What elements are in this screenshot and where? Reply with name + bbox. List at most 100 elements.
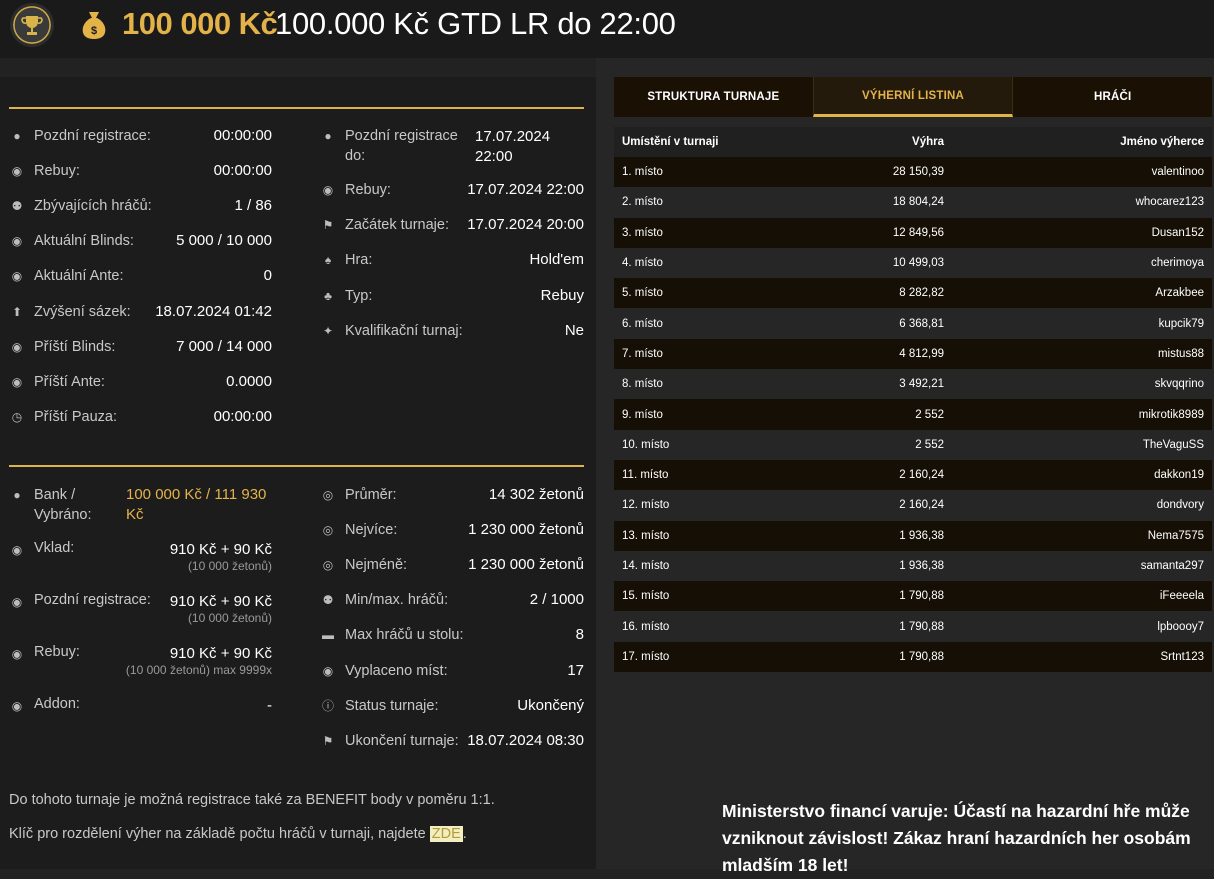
info-row: ♠ Hra:	[320, 250, 373, 270]
trophy-logo-icon	[10, 3, 54, 47]
place-cell: 15. místo	[622, 590, 670, 603]
info-value: 00:00:00	[213, 407, 272, 425]
info-label: Příští Pauza:	[34, 408, 118, 425]
info-value: 1 / 86	[234, 197, 272, 215]
addon-row: ◉ Addon:	[9, 696, 80, 714]
prize-cell: 28 150,39	[892, 166, 944, 179]
divider	[9, 107, 584, 109]
prize-cell: 1 936,38	[899, 560, 944, 572]
payout-icon: ◉	[322, 663, 334, 678]
winner-cell: Dusan152	[1151, 226, 1204, 239]
info-label: Hra:	[345, 252, 373, 268]
winner-cell: TheVaguSS	[1142, 438, 1204, 451]
chip-icon: ◎	[322, 523, 334, 538]
info-row: ◉ Rebuy:	[9, 161, 80, 181]
user-icon: ●	[324, 129, 332, 143]
info-label: Pozdní registrace:	[34, 128, 151, 144]
winner-cell: Arzakbee	[1155, 287, 1204, 300]
tab-structure[interactable]: STRUKTURA TURNAJE	[614, 77, 813, 117]
table-body: 1. místo 28 150,39 valentinoo 2. místo 18 80…	[614, 157, 1212, 673]
prize-cell: 2 160,24	[899, 499, 944, 512]
prize-cell: 1 790,88	[899, 650, 944, 663]
info-label: Průměr:	[345, 487, 397, 503]
info-value: 1 230 000 žetonů	[468, 556, 584, 574]
prize-cell: 2 552	[915, 438, 944, 451]
coin-icon: ◉	[11, 699, 23, 713]
place-cell: 13. místo	[622, 529, 670, 542]
tournament-title: 100.000 Kč GTD LR do 22:00	[275, 6, 676, 41]
info-row: ◉ Rebuy:	[320, 180, 391, 200]
info-value: 7 000 / 14 000	[176, 337, 272, 355]
prize-cell: 8 282,82	[899, 287, 944, 300]
info-row: ◉ Aktuální Blinds:	[9, 231, 134, 251]
key-note: Klíč pro rozdělení výher na základě počt…	[9, 826, 467, 842]
suits-icon: ♣	[324, 289, 332, 303]
place-cell: 4. místo	[622, 257, 663, 270]
winner-cell: dakkon19	[1154, 469, 1204, 482]
chips-icon: ◉	[11, 543, 23, 557]
table-row: 9. místo 2 552 mikrotik8989	[614, 399, 1212, 430]
info-row: ◎ Nejméně:	[320, 555, 407, 575]
bank-row: ● Bank / Vybráno:	[9, 485, 119, 525]
table-row: 16. místo 1 790,88 lpbooоy7	[614, 611, 1212, 642]
info-row: ◉ Aktuální Ante:	[9, 266, 124, 286]
info-value: Rebuy	[540, 287, 584, 304]
info-label: Aktuální Ante:	[34, 268, 124, 285]
chips-icon: ◉	[11, 164, 23, 179]
cards-icon: ♠	[324, 253, 332, 267]
info-row: ◎ Průměr:	[320, 485, 397, 505]
winner-cell: Srtnt123	[1160, 650, 1204, 663]
info-value: 17.07.2024 22:00	[475, 128, 551, 165]
info-value: 0	[263, 267, 272, 285]
header-prize: Výhra	[912, 136, 944, 148]
table-row: 5. místo 8 282,82 Arzakbee	[614, 278, 1212, 309]
prize-cell: 3 492,21	[899, 378, 944, 391]
winner-cell: lpbooоy7	[1157, 620, 1204, 633]
chips-icon: ◉	[11, 234, 23, 249]
info-row: ● Pozdní registrace:	[9, 126, 151, 146]
prize-cell: 1 936,38	[899, 529, 944, 542]
info-value: 1 230 000 žetonů	[468, 521, 584, 539]
payout-table: Umístění v turnaji Výhra Jméno výherce 1…	[614, 127, 1212, 673]
place-cell: 12. místo	[622, 499, 670, 512]
chips-icon: ◉	[11, 647, 23, 661]
table-row: 10. místo 2 552 TheVaguSS	[614, 429, 1212, 460]
winner-cell: Nema7575	[1147, 529, 1204, 542]
tab-players[interactable]: HRÁČI	[1013, 77, 1212, 117]
coin-icon: ◉	[11, 269, 23, 284]
table-row: 13. místo 1 936,38 Nema7575	[614, 520, 1212, 551]
winner-cell: dondvory	[1156, 499, 1204, 512]
rebuy-money-sub: (10 000 žetonů) max 9999x	[125, 663, 272, 677]
info-value: 17.07.2024 20:00	[467, 216, 584, 233]
info-label: Nejvíce:	[345, 522, 398, 539]
prize-cell: 1 790,88	[899, 590, 944, 603]
tab-payout-list[interactable]: VÝHERNÍ LISTINA	[812, 77, 1014, 117]
prize-cell: 2 552	[915, 408, 944, 421]
place-cell: 17. místo	[622, 650, 670, 663]
info-row: ⬆ Zvýšení sázek:	[9, 302, 131, 322]
deposit-row: ◉ Vklad:	[9, 540, 75, 558]
zde-link[interactable]: ZDE	[429, 826, 463, 842]
winner-cell: valentinoo	[1151, 166, 1204, 179]
info-label: Rebuy:	[345, 182, 391, 198]
winner-cell: iFeeeela	[1159, 590, 1204, 603]
info-label: Aktuální Blinds:	[34, 233, 134, 250]
prize-cell: 12 849,56	[892, 226, 944, 239]
table-row: 7. místo 4 812,99 mistus88	[614, 338, 1212, 370]
bank-value: 100 000 Kč / 111 930 Kč	[126, 486, 267, 523]
place-cell: 14. místo	[622, 560, 670, 572]
info-value: 17	[567, 661, 584, 679]
table-row: 12. místo 2 160,24 dondvory	[614, 490, 1212, 521]
money-bag-icon: ●	[13, 488, 21, 502]
info-row: ◉ Příští Ante:	[9, 372, 105, 392]
info-row: ◷ Příští Pauza:	[9, 407, 117, 427]
page-header: $ 100 000 Kč 100.000 Kč GTD LR do 22:00	[0, 0, 1214, 58]
place-cell: 16. místo	[622, 620, 670, 633]
table-row: 6. místo 6 368,81 kupcik79	[614, 308, 1212, 339]
bank-label: Bank / Vybráno:	[34, 487, 92, 523]
prize-cell: 1 790,88	[899, 620, 944, 633]
arrow-up-circle-icon: ⬆	[11, 304, 23, 319]
rebuy-money-label: Rebuy:	[34, 644, 80, 660]
info-row: ● Pozdní registrace do:	[320, 126, 460, 166]
info-label: Zvýšení sázek:	[34, 303, 131, 320]
